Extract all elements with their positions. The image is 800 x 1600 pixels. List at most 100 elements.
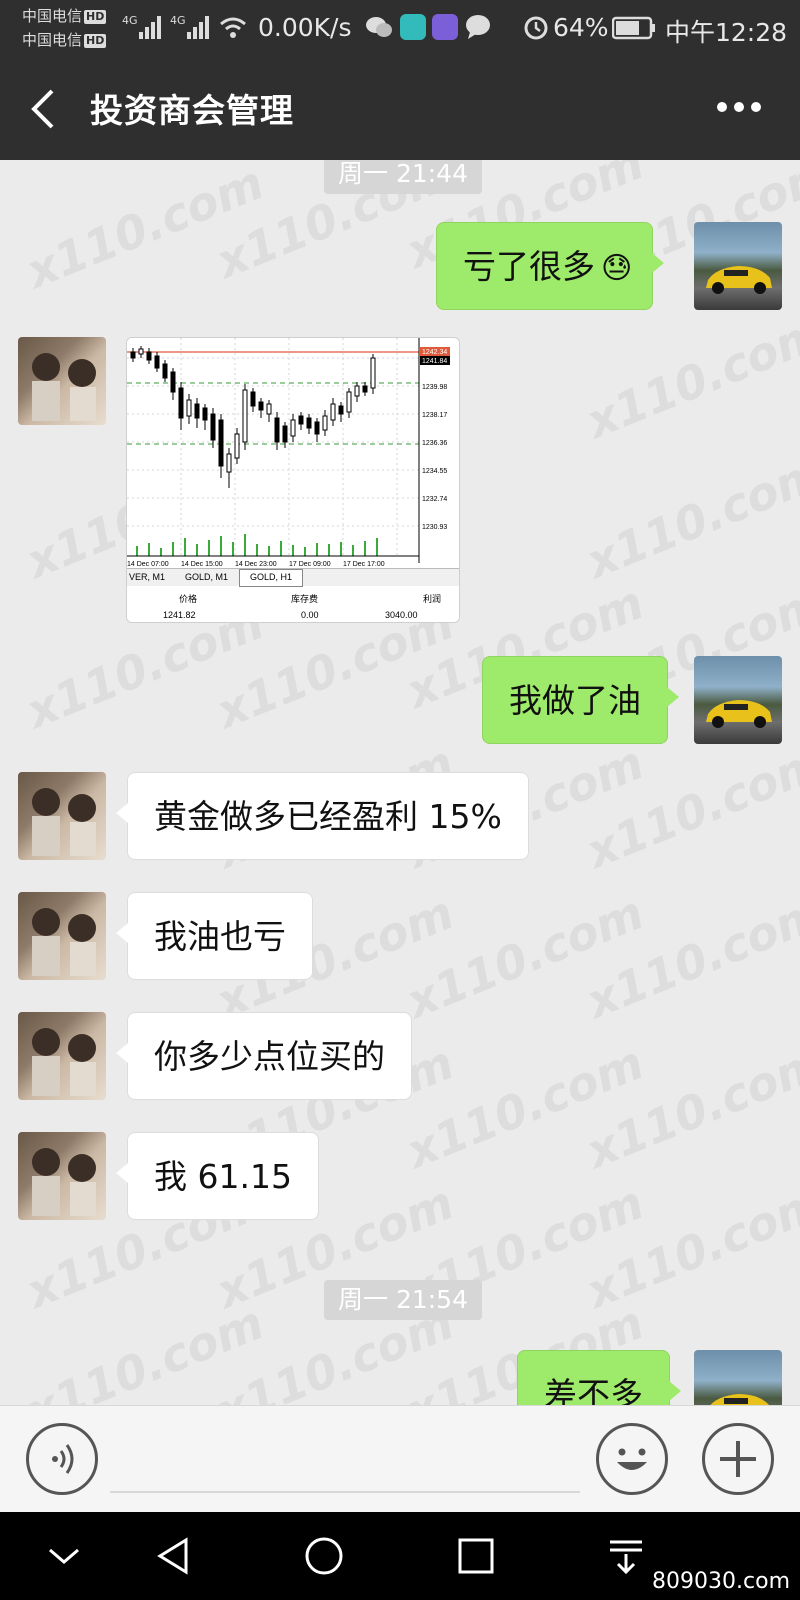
price-label: 1239.98 — [422, 384, 447, 391]
wechat-icon — [366, 17, 392, 37]
emoji-button[interactable] — [596, 1423, 668, 1495]
status-time: 中午12:28 — [665, 18, 788, 47]
chat-area[interactable]: x110.com x110.com x110.com x110.com x110… — [0, 160, 800, 1405]
price-label: 1242.34 — [422, 349, 447, 356]
hd-badge: HD — [84, 9, 107, 24]
price-label: 1234.55 — [422, 468, 447, 475]
table-header: 利润 — [423, 594, 442, 604]
signal-icon — [187, 16, 209, 39]
message-bubble-incoming[interactable]: 我 61.15 — [116, 1132, 319, 1220]
alarm-icon — [524, 16, 548, 40]
back-triangle-icon[interactable] — [152, 1534, 196, 1578]
watermark: x110.com — [578, 1175, 800, 1319]
app-icon — [400, 14, 426, 40]
time-label: 14 Dec 15:00 — [181, 561, 223, 568]
sports-car-icon — [706, 266, 772, 294]
wifi-icon — [220, 17, 246, 38]
message-bubble-outgoing[interactable]: 亏了很多 😓 — [436, 222, 665, 310]
sports-car-avatar[interactable] — [694, 222, 782, 310]
avatar-photo-icon — [32, 353, 96, 421]
chevron-left-icon[interactable] — [28, 88, 58, 130]
girls-piano-avatar[interactable] — [18, 337, 106, 425]
message-text: 亏了很多 — [463, 247, 595, 286]
site-watermark: 809030.com — [652, 1569, 790, 1594]
price-label: 1238.17 — [422, 412, 447, 419]
hd-badge: HD — [84, 33, 107, 48]
chat-header: 投资商会管理 — [0, 56, 800, 160]
message-bubble-incoming[interactable]: 我油也亏 — [116, 892, 313, 980]
table-header: 库存费 — [291, 594, 319, 604]
time-label: 14 Dec 07:00 — [127, 561, 169, 568]
net-speed: 0.00K/s — [258, 13, 352, 42]
timestamp: 周一 21:44 — [324, 160, 482, 194]
recents-square-icon[interactable] — [454, 1534, 498, 1578]
time-label: 14 Dec 23:00 — [235, 561, 277, 568]
avatar-photo-icon — [32, 1148, 96, 1216]
watermark: x110.com — [578, 885, 800, 1029]
sports-car-avatar[interactable] — [694, 656, 782, 744]
watermark: x110.com — [398, 1035, 651, 1179]
input-bar — [0, 1405, 800, 1512]
price-label: 1230.93 — [422, 524, 447, 531]
sweat-emoji: 😓 — [601, 251, 633, 286]
chart-tabs: VER, M1 GOLD, M1 GOLD, H1 — [127, 568, 459, 587]
sports-car-icon — [710, 1394, 770, 1405]
chat-title: 投资商会管理 — [90, 91, 294, 130]
table-cell: 1241.82 — [163, 610, 196, 620]
message-text: 我油也亏 — [154, 917, 286, 956]
message-bubble-outgoing[interactable]: 差不多 — [517, 1350, 681, 1405]
girls-piano-avatar[interactable] — [18, 892, 106, 980]
time-label: 17 Dec 09:00 — [289, 561, 331, 568]
message-bubble-outgoing[interactable]: 我做了油 — [482, 656, 679, 744]
message-text: 你多少点位买的 — [154, 1037, 385, 1076]
watermark: x110.com — [398, 885, 651, 1029]
home-circle-icon[interactable] — [302, 1534, 346, 1578]
message-text: 我做了油 — [509, 681, 641, 720]
table-cell: 3040.00 — [385, 610, 418, 620]
chevron-down-icon[interactable] — [42, 1534, 86, 1578]
pull-down-icon[interactable] — [604, 1534, 648, 1578]
carrier-block: 中国电信 HD 中国电信 HD — [22, 4, 107, 52]
girls-piano-avatar[interactable] — [18, 1132, 106, 1220]
video-app-icon — [432, 14, 458, 40]
status-bar: 中国电信 HD 中国电信 HD 4G 4G 0.00K/s 64% 中午12:28 — [0, 0, 800, 56]
chart-tab: VER, M1 — [129, 572, 166, 582]
emoji-icon — [617, 1448, 647, 1470]
girls-piano-avatar[interactable] — [18, 772, 106, 860]
voice-icon — [52, 1444, 74, 1474]
battery-percent: 64% — [553, 13, 609, 42]
price-label: 1232.74 — [422, 496, 447, 503]
table-header: 价格 — [179, 594, 198, 604]
chart-tab: GOLD, M1 — [185, 572, 229, 582]
battery-icon — [612, 16, 655, 40]
price-label: 1241.84 — [422, 358, 447, 365]
message-bubble-incoming[interactable]: 你多少点位买的 — [116, 1012, 412, 1100]
candlestick-chart-image: 1242.34 1241.84 1239.98 1238.17 1236.36 … — [127, 338, 450, 568]
avatar-photo-icon — [32, 908, 96, 976]
sports-car-icon — [706, 700, 772, 728]
watermark: x110.com — [578, 305, 800, 449]
message-text: 我 61.15 — [154, 1157, 292, 1196]
price-label: 1236.36 — [422, 440, 447, 447]
sports-car-avatar[interactable] — [694, 1350, 782, 1405]
more-dots-icon[interactable] — [716, 100, 762, 114]
avatar-photo-icon — [32, 788, 96, 856]
table-cell: 0.00 — [301, 610, 319, 620]
carrier-2: 中国电信 — [22, 31, 83, 49]
signal-icon — [139, 16, 161, 39]
chart-tab-active: GOLD, H1 — [239, 569, 304, 587]
plus-button[interactable] — [702, 1423, 774, 1495]
message-bubble-incoming[interactable]: 黄金做多已经盈利 15% — [116, 772, 529, 860]
message-input[interactable] — [110, 1491, 580, 1493]
chart-screenshot-message[interactable]: 1242.34 1241.84 1239.98 1238.17 1236.36 … — [126, 337, 460, 623]
watermark: x110.com — [18, 160, 271, 299]
watermark: x110.com — [578, 1035, 800, 1179]
message-text: 黄金做多已经盈利 15% — [154, 797, 502, 836]
network-type-2: 4G — [170, 14, 186, 27]
watermark: x110.com — [578, 735, 800, 879]
voice-button[interactable] — [26, 1423, 98, 1495]
network-type-1: 4G — [122, 14, 138, 27]
timestamp: 周一 21:54 — [324, 1280, 482, 1320]
position-table: 价格 库存费 利润 1241.82 0.00 3040.00 — [127, 590, 459, 622]
girls-piano-avatar[interactable] — [18, 1012, 106, 1100]
